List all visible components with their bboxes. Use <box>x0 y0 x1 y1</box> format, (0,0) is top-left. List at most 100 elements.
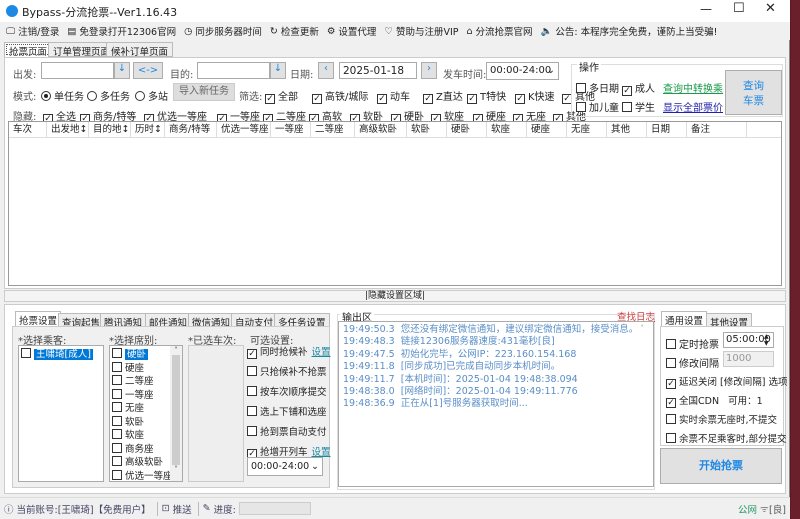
timed-spinner[interactable]: ▲ ▼ <box>764 333 769 347</box>
student-checkbox[interactable]: 学生 <box>622 99 655 114</box>
tab-waitlist-orders[interactable]: 候补订单页面 <box>106 42 174 58</box>
filter-checkbox[interactable]: ✓ Z直达 <box>423 88 463 104</box>
interval-input[interactable]: 1000 <box>723 351 774 367</box>
timed-grab-checkbox[interactable]: 定时抢票 <box>666 336 719 351</box>
start-grab-button[interactable]: 开始抢票 <box>660 448 782 484</box>
departure-time-label: 发车时间: <box>443 70 487 81</box>
interval-checkbox[interactable]: 修改间隔 <box>666 355 719 370</box>
home-icon: ⌂ <box>466 25 473 37</box>
optional-setting[interactable]: 抢到票自动支付 <box>247 423 329 443</box>
table-header: 车次 出发地↕ 目的地↕ 历时↕ 商务/特等 优选一等座 一等座 二等座 高级软卧 软卧 硬卧 软座硬… <box>9 122 781 138</box>
log-scrollbar[interactable]: ˄ <box>640 324 650 333</box>
tab-grab-tickets[interactable]: 抢票页面 <box>4 42 53 58</box>
add-child-checkbox[interactable]: 加儿童 <box>576 99 619 114</box>
check-update-button[interactable]: ↻ 检查更新 <box>270 24 319 39</box>
filter-checkbox[interactable]: ✓ 全部 <box>265 88 298 104</box>
column-header[interactable]: 优选一等座 <box>217 122 271 138</box>
column-header[interactable]: 硬座 <box>527 122 567 138</box>
close-button[interactable]: ✕ <box>765 1 776 16</box>
operation-title: 操作 <box>577 59 601 74</box>
swap-button[interactable]: <-> <box>133 62 163 79</box>
sponsor-button[interactable]: ♡ 赞助与注册VIP <box>384 24 459 39</box>
departure-time-select[interactable]: 00:00-24:00 ⌄ <box>486 62 559 80</box>
optional-setting[interactable]: ✓ 同时抢候补 设置 <box>247 343 331 363</box>
optional-setting[interactable]: 按车次顺序提交 <box>247 383 329 403</box>
column-header[interactable]: 历时↕ <box>131 122 165 138</box>
mode-single[interactable]: 单任务 <box>41 88 84 103</box>
passenger-item[interactable]: 王啸琦[成人] <box>19 348 103 362</box>
proxy-settings-button[interactable]: ⚙ 设置代理 <box>327 24 377 39</box>
column-header[interactable]: 无座 <box>567 122 607 138</box>
passenger-list[interactable]: 王啸琦[成人] <box>18 345 104 482</box>
bottom-tab[interactable]: 抢票设置 <box>15 311 62 327</box>
general-setting-checkbox[interactable]: ✓ 延迟关闭 [修改间隔] 选项 <box>666 374 787 389</box>
mode-multi-station[interactable]: 多站 <box>135 88 168 103</box>
label: Z直达 <box>436 92 463 103</box>
column-header[interactable]: 软卧 <box>407 122 447 138</box>
adult-checkbox[interactable]: ✓ 成人 <box>622 80 655 96</box>
label: 优选一等座 <box>125 470 173 482</box>
column-header[interactable]: 车次 <box>9 122 47 138</box>
column-header[interactable]: 其他 <box>607 122 647 138</box>
label: 延迟关闭 [修改间隔] 选项 <box>679 377 788 388</box>
to-input[interactable] <box>197 62 270 79</box>
open-12306-button[interactable]: ▤ 免登录打开12306官网 <box>67 24 176 39</box>
hidden-settings-toggle[interactable]: |隐藏设置区域| <box>4 290 786 302</box>
tab-general-settings[interactable]: 通用设置 <box>661 311 708 327</box>
label: 修改间隔 <box>679 359 719 370</box>
column-header[interactable]: 备注 <box>687 122 747 138</box>
column-header[interactable]: 日期 <box>647 122 687 138</box>
transfer-query-link[interactable]: 查询中转换乘 <box>663 80 723 95</box>
column-header[interactable]: 高级软卧 <box>355 122 407 138</box>
app-logo-icon <box>6 5 18 17</box>
general-setting-checkbox[interactable]: ✓ 全国CDN 可用：1 <box>666 393 763 408</box>
column-header[interactable]: 二等座 <box>311 122 355 138</box>
selected-trains-list[interactable] <box>188 345 244 482</box>
seat-list-scrollbar[interactable]: ˄ ˅ <box>170 346 182 481</box>
column-header[interactable]: 软座 <box>487 122 527 138</box>
maximize-button[interactable]: ☐ <box>733 1 745 16</box>
query-tickets-button[interactable]: 查询 车票 <box>725 70 782 115</box>
column-header[interactable]: 目的地↕ <box>89 122 131 138</box>
announcement[interactable]: 🔈 公告: 本程序完全免费，谨防上当受骗! <box>541 24 718 39</box>
from-input[interactable] <box>41 62 114 79</box>
grab-time-select[interactable]: 00:00-24:00 ⌄ <box>247 457 323 476</box>
official-site-button[interactable]: ⌂ 分流抢票官网 <box>466 24 533 39</box>
label: K快速 <box>528 92 555 103</box>
label: 余票不足乘客时,部分提交 <box>679 434 787 445</box>
tab-orders[interactable]: 订单管理页面 <box>48 42 116 58</box>
filter-checkbox[interactable]: ✓ 动车 <box>377 88 410 104</box>
logout-login-button[interactable]: 🖵 注销/登录 <box>6 24 59 39</box>
show-all-prices-link[interactable]: 显示全部票价 <box>663 99 723 114</box>
filter-checkbox[interactable]: ✓ T特快 <box>467 88 506 104</box>
column-header[interactable]: 出发地↕ <box>47 122 89 138</box>
checkbox-icon <box>247 386 257 396</box>
general-setting-checkbox[interactable]: 余票不足乘客时,部分提交 <box>666 431 787 445</box>
date-input[interactable]: 2025-01-18 <box>339 62 417 79</box>
toolbar: 🖵 注销/登录 ▤ 免登录打开12306官网 ◷ 同步服务器时间 ↻ 检查更新 ⚙ 设置代… <box>0 22 790 40</box>
filter-checkbox[interactable]: ✓ 高铁/城际 <box>312 88 368 104</box>
column-header[interactable]: 一等座 <box>271 122 311 138</box>
next-date-button[interactable]: › <box>421 62 437 79</box>
to-dropdown-button[interactable]: ↓ <box>270 62 286 79</box>
mode-multi[interactable]: 多任务 <box>87 88 130 103</box>
checkbox-icon: ✓ <box>515 94 525 104</box>
minimize-button[interactable]: — <box>700 2 712 16</box>
multi-date-checkbox[interactable]: 多日期 <box>576 80 619 95</box>
push-button[interactable]: 推送 <box>173 502 192 516</box>
column-header[interactable]: 硬卧 <box>447 122 487 138</box>
prev-date-button[interactable]: ‹ <box>318 62 334 79</box>
label: 赞助与注册VIP <box>395 27 459 38</box>
general-setting-checkbox[interactable]: 实时余票无座时,不提交 <box>666 412 777 426</box>
from-dropdown-button[interactable]: ↓ <box>114 62 130 79</box>
optional-setting[interactable]: 选上下铺和选座 <box>247 403 329 423</box>
label: 检查更新 <box>280 27 319 38</box>
import-task-button[interactable]: 导入新任务 <box>173 83 235 101</box>
optional-setting[interactable]: 只抢候补不抢票 <box>247 363 329 383</box>
settings-link[interactable]: 设置 <box>312 347 331 358</box>
log-line: 19:49:47.5 初始化完毕，公网IP：223.160.154.168 <box>343 348 577 360</box>
column-header[interactable]: 商务/特等 <box>165 122 217 138</box>
log-line: 19:49:48.3 链接12306服务器速度:431毫秒[良] <box>343 336 555 348</box>
filter-checkbox[interactable]: ✓ K快速 <box>515 88 555 104</box>
sync-time-button[interactable]: ◷ 同步服务器时间 <box>184 24 262 39</box>
